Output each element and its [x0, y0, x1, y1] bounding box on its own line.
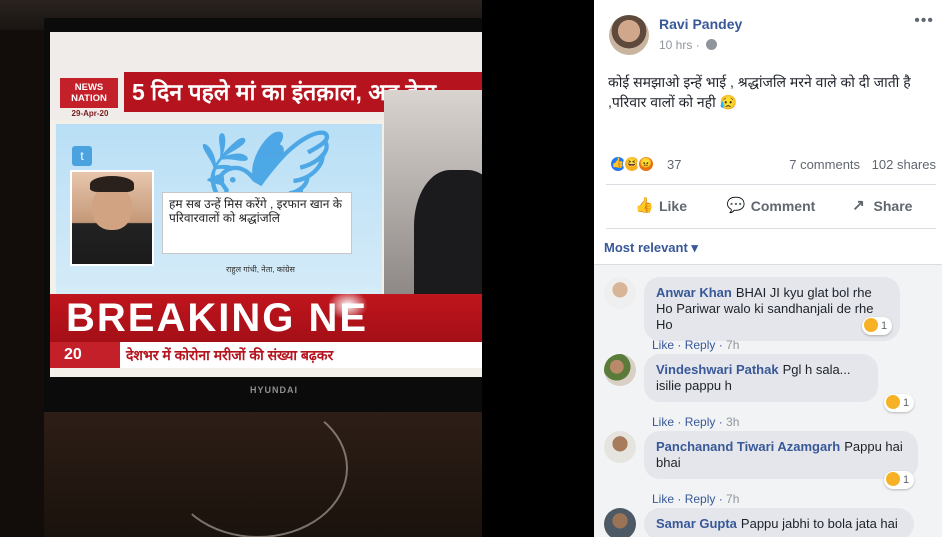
twitter-icon: t: [72, 146, 92, 166]
tweet-quote: हम सब उन्हें मिस करेंगे , इरफान खान के प…: [162, 192, 352, 254]
light-flare: [328, 290, 368, 320]
author-avatar[interactable]: [609, 15, 649, 55]
side-video: [384, 90, 482, 310]
comment-time[interactable]: 3h: [726, 415, 739, 429]
tweet-attribution: राहुल गांधी, नेता, कांग्रेस: [226, 265, 295, 274]
commenter-avatar[interactable]: [604, 354, 636, 386]
comment-filter-dropdown[interactable]: Most relevant ▾: [604, 240, 698, 256]
portrait-hair: [90, 176, 134, 192]
speech-bubble-icon: 💬: [726, 197, 746, 214]
comment-reply-link[interactable]: Reply: [685, 492, 716, 506]
commenter-name[interactable]: Panchanand Tiwari Azamgarh: [656, 439, 840, 454]
screen: NEWS NATION 29-Apr-20 5 दिन पहले मां का …: [0, 0, 942, 537]
news-ticker: 20 देशभर में कोरोना मरीजों की संख्या बढ़…: [50, 342, 482, 368]
thumbs-up-icon: 👍: [634, 197, 654, 214]
comment-bubble: Panchanand Tiwari Azamgarh Pappu hai bhai: [644, 431, 918, 479]
comment-reply-link[interactable]: Reply: [685, 338, 716, 352]
comment-reply-link[interactable]: Reply: [685, 415, 716, 429]
share-arrow-icon: ↗: [852, 197, 865, 214]
tv-screen: NEWS NATION 29-Apr-20 5 दिन पहले मां का …: [50, 32, 482, 377]
comment-like-link[interactable]: Like: [652, 338, 674, 352]
comment-reaction-badge[interactable]: 1: [884, 394, 915, 412]
action-bar: 👍 Like 💬 Comment ↗ Share: [606, 188, 936, 224]
channel-logo: NEWS NATION: [60, 78, 118, 108]
like-button[interactable]: 👍 Like: [606, 188, 716, 224]
comment-like-link[interactable]: Like: [652, 415, 674, 429]
globe-icon: [706, 39, 718, 50]
haha-reaction-icon: [864, 318, 878, 332]
haha-reaction-icon: [886, 472, 900, 486]
breaking-banner: BREAKING NE: [50, 294, 482, 342]
ticker-text: देशभर में कोरोना मरीजों की संख्या बढ़कर: [126, 347, 334, 363]
shares-count[interactable]: 102 shares: [872, 157, 936, 172]
share-label: Share: [873, 198, 913, 214]
top20-badge: 20: [50, 342, 120, 368]
share-button[interactable]: ↗ Share: [826, 188, 936, 224]
comment-label: Comment: [750, 198, 816, 214]
comment-bubble: Samar Gupta Pappu jabhi to bola jata hai: [644, 508, 914, 537]
commenter-avatar[interactable]: [604, 508, 636, 537]
author-name[interactable]: Ravi Pandey: [659, 16, 742, 32]
haha-reaction-icon: [886, 395, 900, 409]
cable: [168, 398, 348, 537]
comment-bubble: Vindeshwari Pathak Pgl h sala... isilie p…: [644, 354, 878, 402]
channel-date: 29-Apr-20: [71, 109, 109, 118]
comment-text: Pappu jabhi to bola jata hai: [740, 516, 898, 531]
comment-like-link[interactable]: Like: [652, 492, 674, 506]
logo-line2: NATION: [71, 93, 107, 104]
politician-portrait: [70, 170, 154, 266]
commenter-avatar[interactable]: [604, 431, 636, 463]
post-time[interactable]: 10 hrs: [659, 38, 692, 52]
post-text: कोई समझाओ इन्हें भाई , श्रद्धांजलि मरने …: [608, 74, 911, 110]
comment-actions: Like · Reply · 7h: [652, 492, 740, 506]
angry-reaction-icon: 😠: [637, 155, 655, 173]
comment-time[interactable]: 7h: [726, 492, 739, 506]
commenter-name[interactable]: Vindeshwari Pathak: [656, 362, 779, 377]
side-person: [414, 170, 482, 310]
post-photo[interactable]: NEWS NATION 29-Apr-20 5 दिन पहले मां का …: [0, 0, 482, 537]
reaction-count: 37: [667, 157, 682, 172]
commenter-avatar[interactable]: [604, 277, 636, 309]
divider: [606, 228, 936, 229]
commenter-name[interactable]: Samar Gupta: [656, 516, 737, 531]
like-label: Like: [658, 198, 687, 214]
tv-brand: HYUNDAI: [250, 385, 299, 395]
portrait-face: [92, 186, 132, 230]
more-options-icon[interactable]: •••: [914, 12, 934, 30]
post-panel: Ravi Pandey 10 hrs · ••• कोई समझाओ इन्हे…: [594, 0, 942, 537]
comment-reaction-badge[interactable]: 1: [884, 471, 915, 489]
comment-actions: Like · Reply · 7h: [652, 338, 740, 352]
divider: [606, 184, 936, 185]
comment-time[interactable]: 7h: [726, 338, 739, 352]
comment-actions: Like · Reply · 3h: [652, 415, 740, 429]
comments-section: Anwar Khan BHAI JI kyu glat bol rhe Ho Pa…: [594, 264, 942, 537]
comment-reaction-badge[interactable]: 1: [862, 317, 893, 335]
commenter-name[interactable]: Anwar Khan: [656, 285, 732, 300]
engagement-counts: 7 comments 102 shares: [781, 157, 936, 172]
comment-button[interactable]: 💬 Comment: [716, 188, 826, 224]
comments-count[interactable]: 7 comments: [789, 157, 860, 172]
comment-bubble: Anwar Khan BHAI JI kyu glat bol rhe Ho Pa…: [644, 277, 900, 341]
tweet-panel: 🕊 t हम सब उन्हें मिस करेंगे , इरफान खान …: [56, 124, 382, 304]
post-meta: 10 hrs ·: [659, 38, 718, 52]
logo-line1: NEWS: [74, 82, 104, 93]
